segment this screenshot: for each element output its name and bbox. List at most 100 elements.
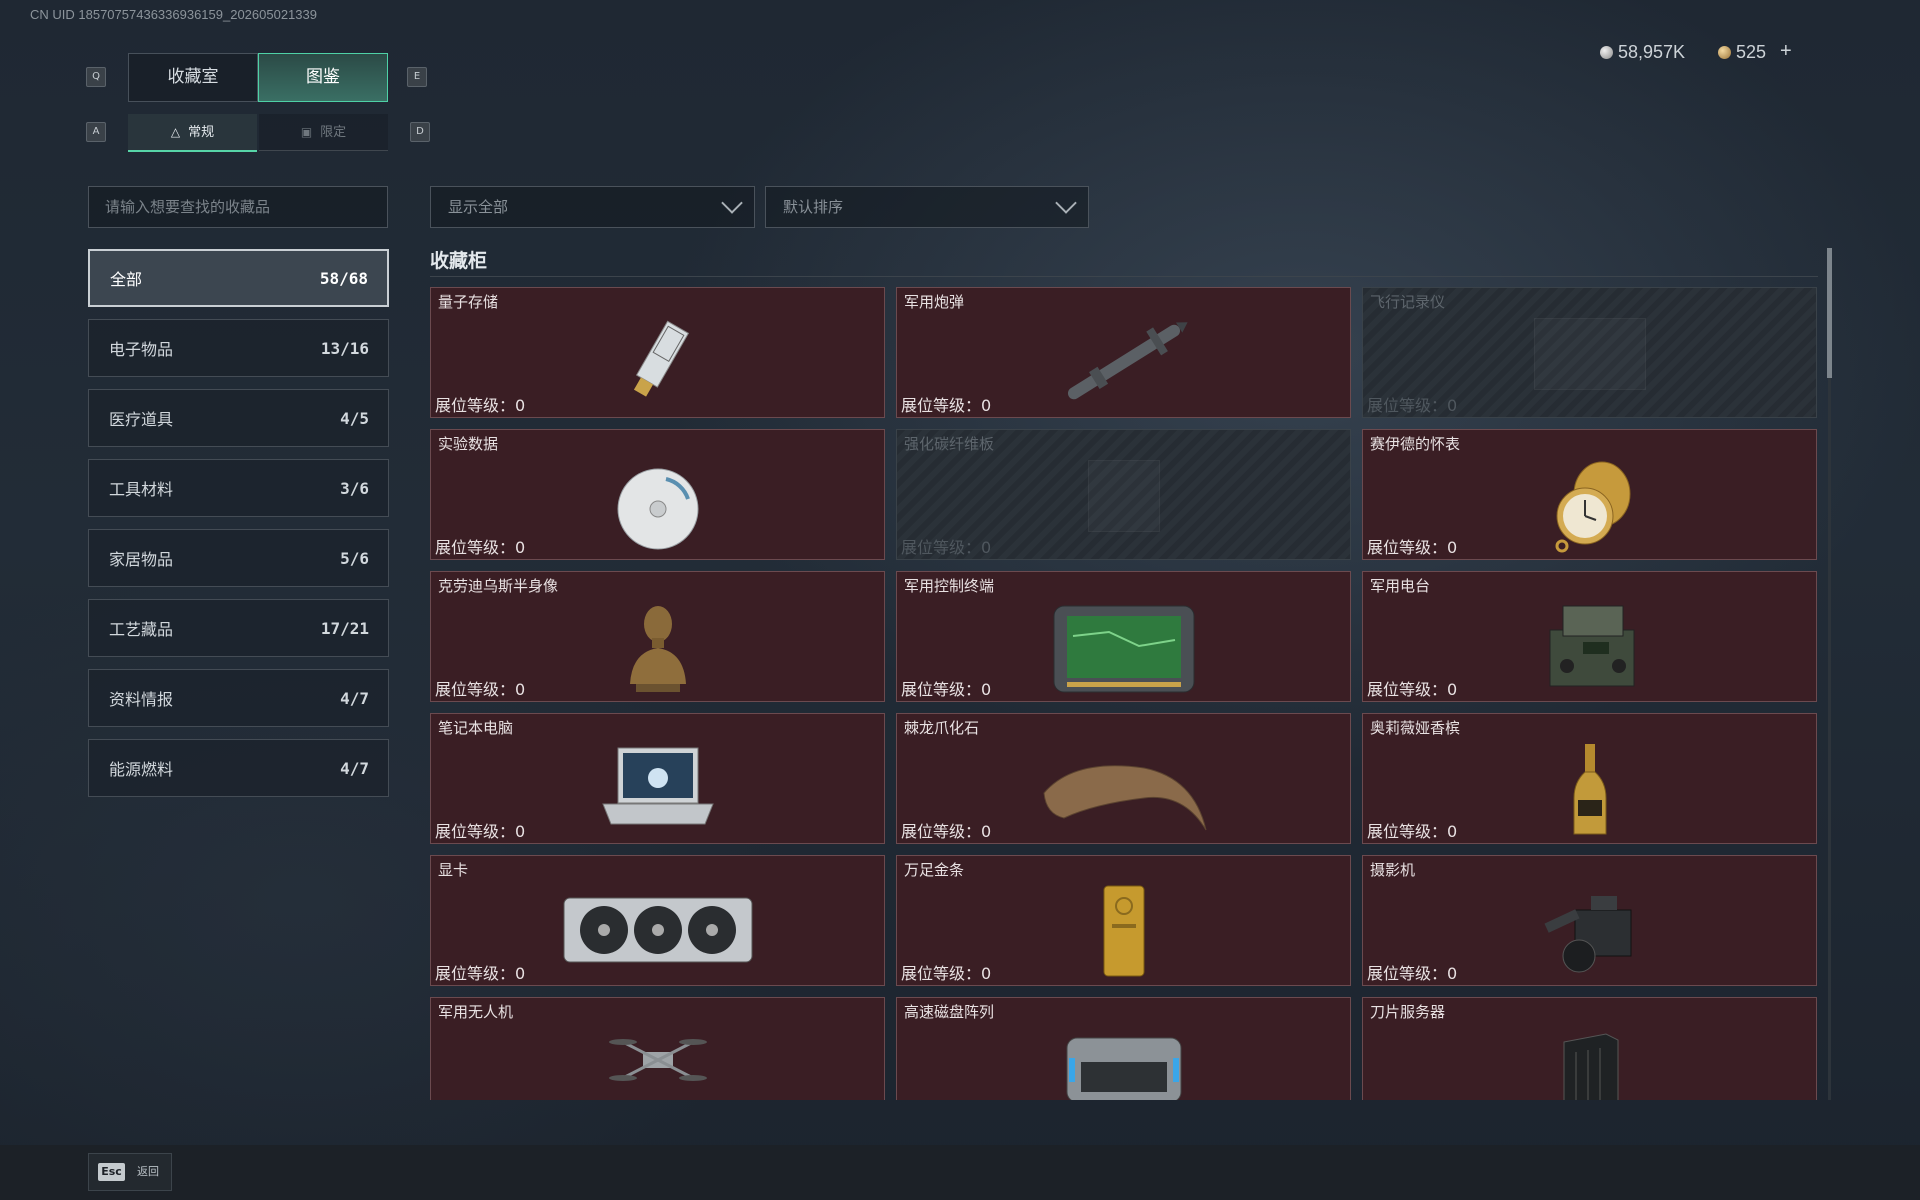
- graphics-card-icon: [563, 897, 752, 963]
- display-level: 展位等级：0: [435, 822, 526, 841]
- display-level: 展位等级：0: [1367, 538, 1458, 557]
- disk-array-icon: [1066, 1037, 1181, 1100]
- category-household[interactable]: 家居物品 5/6: [88, 529, 389, 587]
- item-card[interactable]: 实验数据 展位等级：0: [430, 429, 885, 560]
- prev-tab-key: Q: [86, 67, 106, 87]
- item-name: 军用炮弹: [904, 293, 965, 311]
- subtab-limited-label: 限定: [320, 125, 347, 140]
- flight-recorder-icon: [1533, 318, 1646, 390]
- item-name: 强化碳纤维板: [904, 435, 995, 453]
- gold-amount: 525: [1736, 42, 1767, 62]
- item-name: 军用控制终端: [904, 577, 995, 595]
- uid-watermark: CN UID 18570757436336936159_202605021339: [30, 7, 317, 22]
- item-name: 高速磁盘阵列: [904, 1003, 995, 1021]
- display-level: 展位等级：0: [435, 538, 526, 557]
- category-energy[interactable]: 能源燃料 4/7: [88, 739, 389, 797]
- item-card[interactable]: 显卡 展位等级：0: [430, 855, 885, 986]
- item-card-locked[interactable]: 飞行记录仪 展位等级：0: [1362, 287, 1817, 418]
- item-card[interactable]: 赛伊德的怀表 展位等级：0: [1362, 429, 1817, 560]
- prev-subtab-key: A: [86, 122, 106, 142]
- item-card[interactable]: 摄影机 展位等级：0: [1362, 855, 1817, 986]
- item-card[interactable]: 克劳迪乌斯半身像 展位等级：0: [430, 571, 885, 702]
- item-card[interactable]: 刀片服务器: [1362, 997, 1817, 1100]
- item-name: 笔记本电脑: [438, 719, 514, 737]
- image-icon: ▣: [300, 125, 313, 139]
- claw-fossil-icon: [1042, 765, 1206, 831]
- item-card[interactable]: 棘龙爪化石 展位等级：0: [896, 713, 1351, 844]
- missile-icon: [1067, 322, 1188, 400]
- item-card[interactable]: 军用炮弹 展位等级：0: [896, 287, 1351, 418]
- category-count: 4/5: [340, 408, 369, 428]
- category-intel[interactable]: 资料情报 4/7: [88, 669, 389, 727]
- item-name: 克劳迪乌斯半身像: [438, 577, 559, 595]
- gold-coin-icon: [1718, 46, 1731, 59]
- display-level: 展位等级：0: [1367, 680, 1458, 699]
- radio-icon: [1549, 605, 1634, 687]
- category-count: 5/6: [340, 548, 369, 568]
- category-label: 工艺藏品: [109, 620, 174, 639]
- display-level: 展位等级：0: [1367, 964, 1458, 983]
- display-level: 展位等级：0: [901, 822, 992, 841]
- add-currency-button[interactable]: +: [1780, 40, 1792, 63]
- bottle-icon: △: [170, 125, 181, 139]
- blade-server-icon: [1563, 1033, 1618, 1100]
- esc-key: Esc: [98, 1163, 125, 1181]
- item-card[interactable]: 军用无人机: [430, 997, 885, 1100]
- category-label: 资料情报: [109, 690, 174, 709]
- display-filter-value: 显示全部: [448, 198, 509, 216]
- chevron-down-icon: [1055, 192, 1077, 214]
- champagne-icon: [1573, 744, 1606, 835]
- item-name: 奥莉薇娅香槟: [1370, 719, 1461, 737]
- section-title: 收藏柜: [430, 250, 488, 272]
- category-all[interactable]: 全部 58/68: [88, 249, 389, 307]
- category-label: 工具材料: [109, 480, 174, 499]
- display-level: 展位等级：0: [435, 964, 526, 983]
- category-electronics[interactable]: 电子物品 13/16: [88, 319, 389, 377]
- item-name: 赛伊德的怀表: [1370, 435, 1461, 453]
- item-name: 军用无人机: [438, 1003, 514, 1021]
- display-level: 展位等级：0: [901, 964, 992, 983]
- item-card[interactable]: 军用电台 展位等级：0: [1362, 571, 1817, 702]
- section-divider: [430, 276, 1818, 277]
- category-label: 家居物品: [109, 550, 174, 569]
- carbon-plate-icon: [1087, 460, 1160, 532]
- bust-icon: [629, 606, 686, 692]
- item-card[interactable]: 奥莉薇娅香槟 展位等级：0: [1362, 713, 1817, 844]
- item-name: 显卡: [438, 861, 469, 879]
- category-count: 58/68: [319, 268, 368, 288]
- disc-icon: [617, 468, 698, 550]
- item-name: 刀片服务器: [1370, 1003, 1446, 1021]
- item-card-locked[interactable]: 强化碳纤维板 展位等级：0: [896, 429, 1351, 560]
- tab-collection-room[interactable]: 收藏室: [128, 53, 258, 102]
- tab-catalog[interactable]: 图鉴: [258, 53, 388, 102]
- search-input[interactable]: [88, 186, 388, 228]
- item-card[interactable]: 军用控制终端 展位等级：0: [896, 571, 1351, 702]
- scrollbar-thumb[interactable]: [1827, 248, 1832, 378]
- category-medical[interactable]: 医疗道具 4/5: [88, 389, 389, 447]
- item-name: 飞行记录仪: [1370, 293, 1446, 311]
- subtab-regular[interactable]: △ 常规: [128, 114, 257, 152]
- item-card[interactable]: 高速磁盘阵列: [896, 997, 1351, 1100]
- silver-coin-icon: [1600, 46, 1613, 59]
- display-filter-dropdown[interactable]: 显示全部: [430, 186, 755, 228]
- camera-icon: [1543, 896, 1631, 973]
- display-level: 展位等级：0: [435, 396, 526, 415]
- item-card[interactable]: 万足金条 展位等级：0: [896, 855, 1351, 986]
- gold-currency: 525: [1718, 42, 1766, 63]
- item-card[interactable]: 笔记本电脑 展位等级：0: [430, 713, 885, 844]
- category-count: 17/21: [320, 618, 369, 638]
- subtab-regular-label: 常规: [188, 125, 215, 140]
- terminal-icon: [1053, 605, 1194, 693]
- item-name: 棘龙爪化石: [904, 719, 980, 737]
- item-card[interactable]: 量子存储 展位等级：0: [430, 287, 885, 418]
- back-button[interactable]: Esc 返回: [88, 1153, 172, 1191]
- subtab-limited[interactable]: ▣ 限定: [259, 114, 388, 151]
- category-tools[interactable]: 工具材料 3/6: [88, 459, 389, 517]
- silver-amount: 58,957K: [1618, 42, 1686, 62]
- category-count: 3/6: [340, 478, 369, 498]
- category-label: 医疗道具: [109, 410, 174, 429]
- category-crafts[interactable]: 工艺藏品 17/21: [88, 599, 389, 657]
- display-level: 展位等级：0: [901, 538, 992, 557]
- display-level: 展位等级：0: [1367, 822, 1458, 841]
- sort-dropdown[interactable]: 默认排序: [765, 186, 1089, 228]
